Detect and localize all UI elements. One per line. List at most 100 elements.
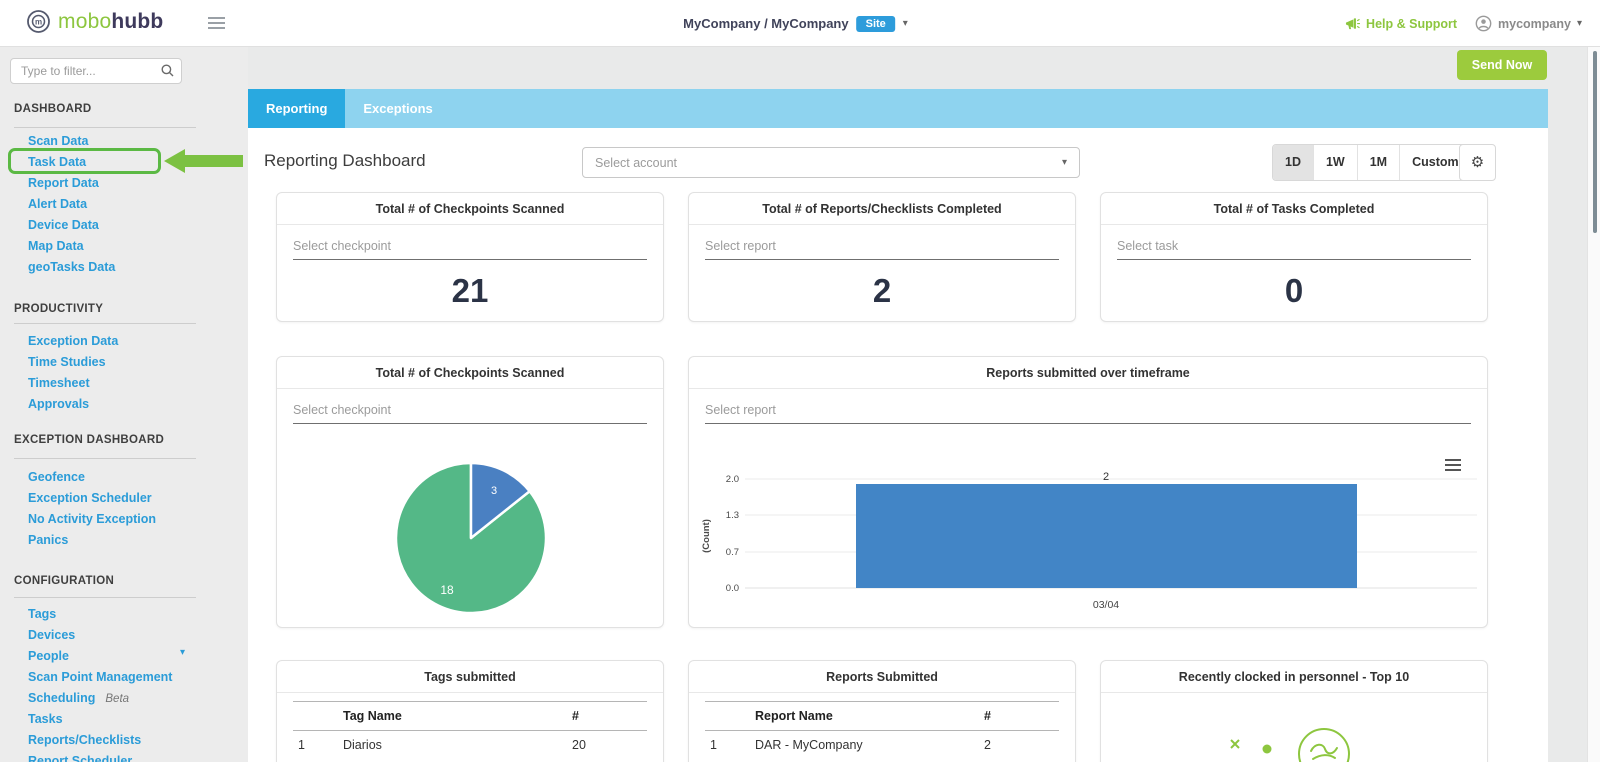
pie-label-blue: 3 [491, 485, 497, 497]
company-selector[interactable]: MyCompany / MyCompany Site ▾ [683, 0, 908, 47]
tag-count: 20 [572, 738, 647, 752]
scrollbar-thumb[interactable] [1593, 51, 1597, 233]
company-breadcrumb: MyCompany / MyCompany [683, 16, 848, 31]
scrollbar-track[interactable] [1587, 47, 1600, 762]
divider [14, 458, 196, 459]
bar-03-04[interactable] [856, 484, 1357, 588]
user-icon [1475, 15, 1492, 32]
column-header-count: # [572, 709, 647, 723]
tags-submitted-card: Tags submitted Tag Name # 1 Diarios 20 [276, 660, 664, 762]
reports-completed-value: 2 [689, 272, 1075, 310]
tab-reporting[interactable]: Reporting [248, 89, 345, 128]
checkpoint-select[interactable]: Select checkpoint [293, 403, 647, 424]
sidebar-item-geotasks-data[interactable]: geoTasks Data [28, 260, 115, 274]
card-title: Total # of Checkpoints Scanned [277, 193, 663, 225]
reports-table: Report Name # 1 DAR - MyCompany 2 [705, 701, 1059, 759]
sidebar-item-tasks[interactable]: Tasks [28, 712, 63, 726]
menu-hamburger-icon[interactable] [208, 17, 225, 32]
sidebar-item-scan-point-management[interactable]: Scan Point Management [28, 670, 172, 684]
bar-chart-card: Reports submitted over timeframe Select … [688, 356, 1488, 628]
report-name: DAR - MyCompany [755, 738, 984, 752]
sidebar-item-exception-data[interactable]: Exception Data [28, 334, 118, 348]
site-badge: Site [857, 16, 895, 32]
sidebar-item-geofence[interactable]: Geofence [28, 470, 85, 484]
page-title: Reporting Dashboard [264, 151, 426, 171]
tag-name: Diarios [343, 738, 572, 752]
sidebar-item-approvals[interactable]: Approvals [28, 397, 89, 411]
stat-card-reports: Total # of Reports/Checklists Completed … [688, 192, 1076, 322]
report-select[interactable]: Select report [705, 403, 1471, 424]
divider [14, 597, 196, 598]
range-button-1m[interactable]: 1M [1358, 145, 1400, 180]
sidebar-item-scheduling[interactable]: SchedulingBeta [28, 691, 129, 705]
sidebar-item-map-data[interactable]: Map Data [28, 239, 84, 253]
search-icon [161, 64, 174, 77]
report-select[interactable]: Select report [705, 239, 1059, 260]
help-support-link[interactable]: Help & Support [1345, 17, 1457, 31]
section-title-exception-dashboard: EXCEPTION DASHBOARD [14, 434, 164, 446]
personnel-card: Recently clocked in personnel - Top 10 [1100, 660, 1488, 762]
card-title: Total # of Tasks Completed [1101, 193, 1487, 225]
beta-badge: Beta [105, 693, 129, 705]
logo-link[interactable]: m mobohubb [26, 9, 163, 34]
gear-icon[interactable]: ⚙ [1459, 144, 1496, 181]
sidebar-item-device-data[interactable]: Device Data [28, 218, 99, 232]
checkpoints-pie-chart: 3 18 [386, 453, 556, 623]
account-select[interactable]: Select account ▾ [582, 147, 1080, 178]
table-row[interactable]: 1 DAR - MyCompany 2 [705, 731, 1059, 759]
tab-exceptions[interactable]: Exceptions [345, 89, 450, 128]
card-title: Tags submitted [277, 661, 663, 693]
tags-table: Tag Name # 1 Diarios 20 [293, 701, 647, 759]
account-select-placeholder: Select account [595, 156, 1062, 170]
top-header: m mobohubb MyCompany / MyCompany Site ▾ … [0, 0, 1600, 47]
sidebar-item-scan-data[interactable]: Scan Data [28, 134, 88, 148]
sidebar-item-tags[interactable]: Tags [28, 607, 56, 621]
card-title: Total # of Reports/Checklists Completed [689, 193, 1075, 225]
y-tick: 1.3 [726, 510, 739, 521]
range-button-1d[interactable]: 1D [1273, 145, 1314, 180]
card-title: Total # of Checkpoints Scanned [277, 357, 663, 389]
header-right-group: Help & Support mycompany ▾ [1345, 0, 1582, 47]
column-header-count: # [984, 709, 1059, 723]
sidebar-item-people[interactable]: People▾ [28, 649, 208, 663]
chevron-down-icon: ▾ [1062, 158, 1067, 168]
y-tick: 0.0 [726, 583, 739, 594]
mobohubb-logo-icon: m [26, 9, 51, 34]
pointer-arrow-icon [164, 149, 185, 173]
divider [14, 127, 196, 128]
sidebar-item-reports-checklists[interactable]: Reports/Checklists [28, 733, 141, 747]
pie-label-green: 18 [440, 583, 454, 597]
time-range-group: 1D 1W 1M Custom [1272, 144, 1472, 181]
sidebar-item-timesheet[interactable]: Timesheet [28, 376, 90, 390]
sidebar-item-report-scheduler[interactable]: Report Scheduler [28, 754, 132, 762]
sidebar-item-alert-data[interactable]: Alert Data [28, 197, 87, 211]
sidebar-filter-input[interactable] [10, 58, 182, 84]
sidebar-item-report-data[interactable]: Report Data [28, 176, 99, 190]
account-menu[interactable]: mycompany ▾ [1475, 15, 1582, 32]
checkpoint-select[interactable]: Select checkpoint [293, 239, 647, 260]
task-select[interactable]: Select task [1117, 239, 1471, 260]
sidebar-item-panics[interactable]: Panics [28, 533, 68, 547]
y-tick: 2.0 [726, 474, 739, 485]
y-axis-label: (Count) [701, 519, 712, 553]
send-now-button[interactable]: Send Now [1457, 50, 1547, 80]
checkpoints-scanned-value: 21 [277, 272, 663, 310]
section-title-configuration: CONFIGURATION [14, 575, 114, 587]
bar-value-label: 2 [1103, 471, 1109, 483]
range-button-1w[interactable]: 1W [1314, 145, 1358, 180]
sidebar-item-exception-scheduler[interactable]: Exception Scheduler [28, 491, 152, 505]
report-count: 2 [984, 738, 1059, 752]
sidebar-item-no-activity-exception[interactable]: No Activity Exception [28, 512, 156, 526]
sidebar-item-devices[interactable]: Devices [28, 628, 75, 642]
section-title-dashboard: DASHBOARD [14, 103, 91, 115]
table-row[interactable]: 1 Diarios 20 [293, 731, 647, 759]
sidebar-item-task-data[interactable]: Task Data [28, 155, 86, 169]
sidebar-item-time-studies[interactable]: Time Studies [28, 355, 106, 369]
tab-bar: Reporting Exceptions [248, 89, 1548, 128]
chevron-down-icon: ▾ [903, 19, 908, 29]
sidebar: DASHBOARD Scan Data Task Data Report Dat… [0, 47, 248, 762]
column-header-tag-name: Tag Name [343, 709, 572, 723]
logo-text: mobohubb [58, 10, 163, 34]
table-header-row: Tag Name # [293, 701, 647, 731]
pointer-arrow-shaft [185, 155, 243, 167]
